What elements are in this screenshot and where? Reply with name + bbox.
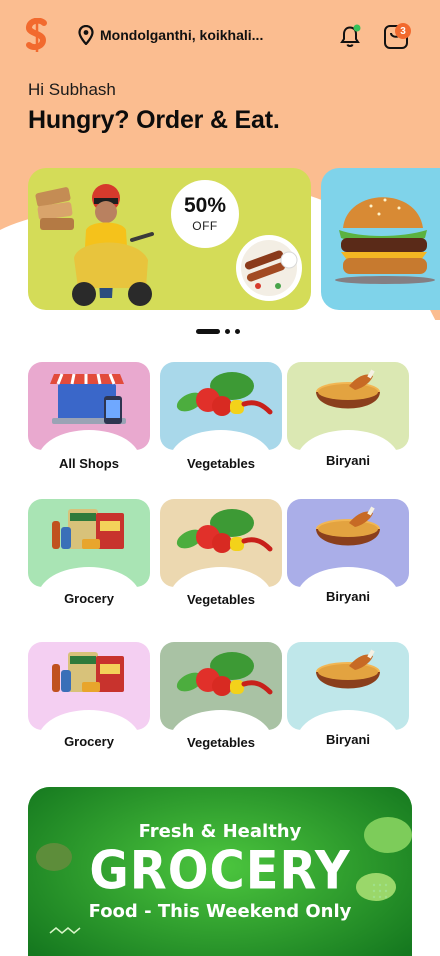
offer-banner[interactable]: 50% OFF: [28, 168, 311, 310]
carousel-dot[interactable]: [225, 329, 230, 334]
delivery-scooter-illustration: [35, 184, 302, 306]
category-tile-all-shops[interactable]: [28, 362, 150, 450]
logo-s-icon[interactable]: [24, 17, 50, 52]
promo-line-1: Fresh & Healthy: [138, 821, 302, 842]
discount-label: OFF: [192, 219, 218, 233]
category-tile-grocery[interactable]: [28, 642, 150, 730]
burger-illustration: [335, 197, 435, 284]
category-label: Grocery: [64, 734, 114, 749]
page-title: Hungry? Order & Eat.: [28, 106, 280, 134]
category-tile-biryani[interactable]: [287, 362, 409, 450]
burger-banner[interactable]: [321, 168, 440, 310]
category-tile-grocery[interactable]: [28, 499, 150, 587]
category-tile-biryani[interactable]: [287, 499, 409, 587]
category-label: Grocery: [64, 591, 114, 606]
category-label: Biryani: [325, 589, 371, 604]
bell-icon[interactable]: [336, 22, 364, 50]
category-label: Vegetables: [187, 456, 255, 471]
discount-percent: 50%: [183, 194, 227, 217]
location-text: Mondolganthi, koikhali...: [100, 27, 264, 43]
location-pin-icon: [78, 25, 94, 45]
category-tile-biryani[interactable]: [287, 642, 409, 730]
carousel-indicator: [196, 329, 240, 334]
carousel-dot-active[interactable]: [196, 329, 220, 334]
category-label: Vegetables: [187, 592, 255, 607]
cart-count-badge: 3: [395, 23, 411, 39]
category-label: Biryani: [325, 732, 371, 747]
location-selector[interactable]: Mondolganthi, koikhali...: [78, 25, 263, 45]
carousel-dot[interactable]: [235, 329, 240, 334]
top-bar: Mondolganthi, koikhali... 3: [0, 14, 440, 58]
category-label: Biryani: [325, 453, 371, 468]
category-label: All Shops: [59, 456, 119, 471]
grocery-promo-banner[interactable]: Fresh & Healthy GROCERY Food - This Week…: [28, 787, 412, 956]
category-tile-vegetables[interactable]: [160, 362, 282, 450]
category-tile-vegetables[interactable]: [160, 499, 282, 587]
category-label: Vegetables: [187, 735, 255, 750]
promo-title: GROCERY: [89, 840, 351, 902]
category-tile-vegetables[interactable]: [160, 642, 282, 730]
promo-line-3: Food - This Weekend Only: [88, 901, 352, 922]
discount-badge: 50% OFF: [171, 180, 239, 248]
greeting-text: Hi Subhash: [28, 80, 116, 99]
